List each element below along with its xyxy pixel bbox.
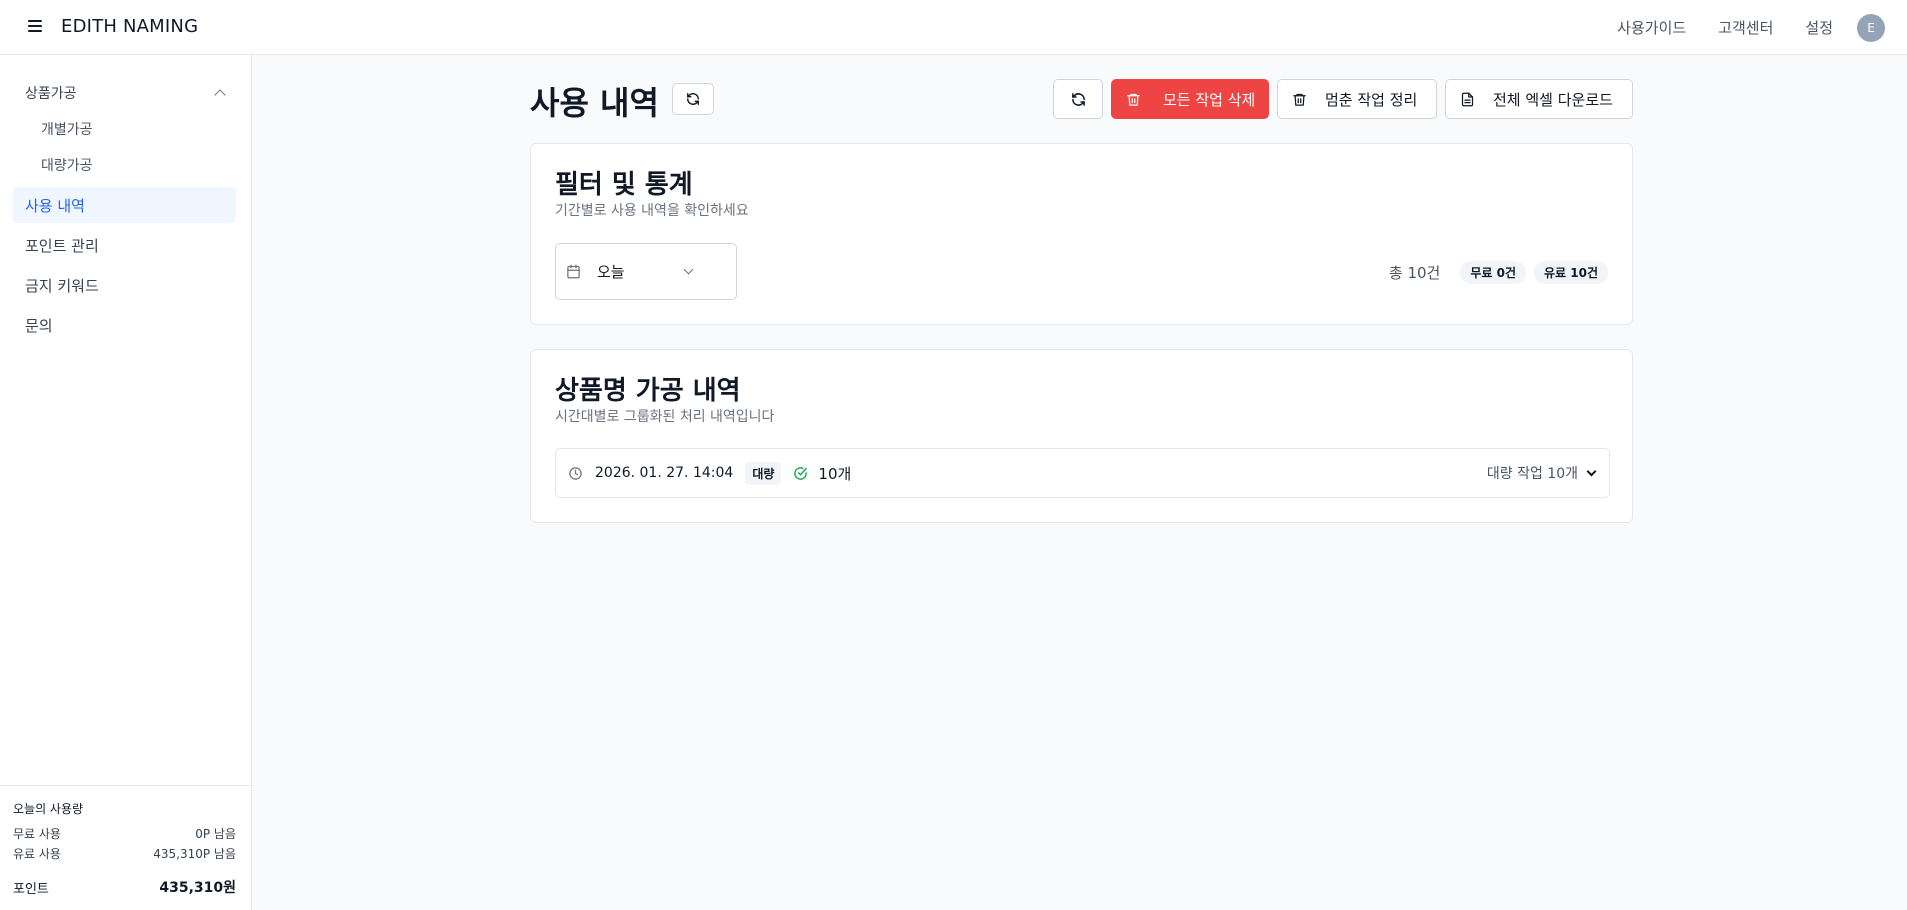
check-circle-icon <box>794 466 808 480</box>
processing-history-card: 상품명 가공 내역 시간대별로 그룹화된 처리 내역입니다 2026. 01. … <box>530 349 1633 523</box>
chevron-down-icon <box>683 264 694 275</box>
sidebar-item-individual[interactable]: 개별가공 <box>13 111 236 147</box>
usage-free-row: 무료 사용 0P 남음 <box>13 823 236 843</box>
top-nav: 사용가이드 고객센터 설정 E <box>1617 0 1907 55</box>
chevron-up-icon <box>214 89 226 101</box>
period-select-value: 오늘 <box>597 263 625 281</box>
total-count: 총 10건 <box>1388 264 1441 282</box>
sidebar-item-points[interactable]: 포인트 관리 <box>13 227 236 263</box>
chevron-down-icon[interactable] <box>1586 466 1597 476</box>
period-select[interactable]: 오늘 <box>555 243 737 300</box>
app-title[interactable]: EDITH NAMING <box>61 16 198 37</box>
sidebar-group-label: 상품가공 <box>25 86 77 102</box>
usage-panel: 오늘의 사용량 무료 사용 0P 남음 유료 사용 435,310P 남음 포인… <box>0 785 251 910</box>
filter-stats-card: 필터 및 통계 기간별로 사용 내역을 확인하세요 오늘 총 10건 무료 0건… <box>530 143 1633 325</box>
refresh-icon <box>1071 92 1085 106</box>
page-title: 사용 내역 <box>530 84 659 122</box>
points-label: 포인트 <box>13 881 49 897</box>
nav-link-guide[interactable]: 사용가이드 <box>1617 17 1686 38</box>
history-card-title: 상품명 가공 내역 <box>555 376 741 406</box>
usage-points-row: 포인트 435,310원 <box>13 877 236 897</box>
avatar[interactable]: E <box>1857 13 1885 42</box>
usage-paid-label: 유료 사용 <box>13 846 61 861</box>
delete-all-label: 모든 작업 삭제 <box>1163 90 1256 109</box>
file-spreadsheet-icon <box>1461 92 1474 106</box>
refresh-icon <box>687 93 699 105</box>
clean-stuck-label: 멈춘 작업 정리 <box>1325 90 1418 109</box>
filter-card-subtitle: 기간별로 사용 내역을 확인하세요 <box>555 203 749 219</box>
history-row-summary: 대량 작업 10개 <box>1486 449 1597 497</box>
trash-icon <box>1127 93 1140 106</box>
excel-download-button[interactable]: 전체 엑셀 다운로드 <box>1445 79 1633 119</box>
history-row[interactable]: 2026. 01. 27. 14:04 대량 10개 대량 작업 10개 <box>555 448 1610 498</box>
usage-title: 오늘의 사용량 <box>13 802 84 816</box>
delete-all-button[interactable]: 모든 작업 삭제 <box>1111 79 1269 119</box>
title-refresh-button[interactable] <box>672 83 714 115</box>
stats-summary: 총 10건 무료 0건 유료 10건 <box>1389 261 1608 284</box>
sidebar-item-banned-keywords[interactable]: 금지 키워드 <box>13 267 236 303</box>
usage-paid-row: 유료 사용 435,310P 남음 <box>13 843 236 863</box>
sidebar-item-bulk[interactable]: 대량가공 <box>13 147 236 183</box>
history-count: 10개 <box>818 464 852 483</box>
history-type-tag: 대량 <box>745 461 782 485</box>
sidebar-item-usage-history[interactable]: 사용 내역 <box>13 187 236 223</box>
filter-card-title: 필터 및 통계 <box>555 170 693 200</box>
top-header: EDITH NAMING 사용가이드 고객센터 설정 E <box>0 0 1907 55</box>
nav-link-settings[interactable]: 설정 <box>1805 17 1833 38</box>
paid-count-badge: 유료 10건 <box>1534 261 1608 284</box>
sidebar-nav: 상품가공 개별가공 대량가공 사용 내역 포인트 관리 금지 키워드 문의 <box>13 75 236 343</box>
clean-stuck-jobs-button[interactable]: 멈춘 작업 정리 <box>1277 79 1437 119</box>
trash-icon <box>1293 93 1306 106</box>
toolbar-refresh-button[interactable] <box>1053 79 1103 119</box>
sidebar-item-inquiry[interactable]: 문의 <box>13 307 236 343</box>
sidebar-group-product-processing[interactable]: 상품가공 <box>13 75 236 111</box>
history-card-subtitle: 시간대별로 그룹화된 처리 내역입니다 <box>555 409 775 425</box>
usage-paid-value: 435,310P 남음 <box>153 846 236 861</box>
nav-link-support[interactable]: 고객센터 <box>1718 17 1773 38</box>
free-count-badge: 무료 0건 <box>1460 261 1526 284</box>
calendar-icon <box>567 264 580 279</box>
history-summary-text: 대량 작업 10개 <box>1486 466 1578 482</box>
usage-free-label: 무료 사용 <box>13 826 61 841</box>
excel-download-label: 전체 엑셀 다운로드 <box>1493 90 1613 109</box>
usage-free-value: 0P 남음 <box>195 826 236 841</box>
history-datetime: 2026. 01. 27. 14:04 <box>595 465 734 481</box>
clock-icon <box>569 466 582 480</box>
sidebar: 상품가공 개별가공 대량가공 사용 내역 포인트 관리 금지 키워드 문의 오늘… <box>0 55 252 910</box>
hamburger-menu-icon[interactable] <box>25 17 45 37</box>
points-value: 435,310원 <box>159 880 236 896</box>
